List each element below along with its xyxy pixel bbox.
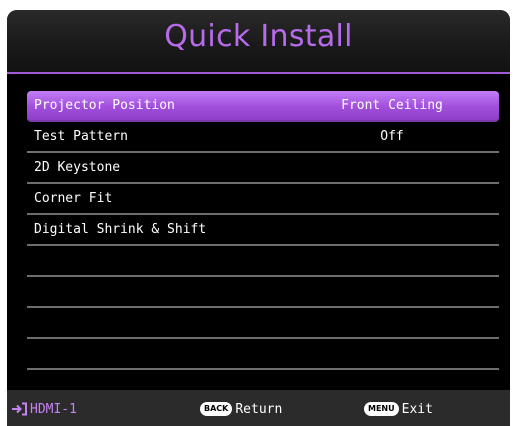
menu-item-value: Off (380, 129, 404, 144)
menu-item-label: 2D Keystone (34, 160, 121, 175)
menu-item-label: Corner Fit (34, 191, 113, 206)
input-source-label: HDMI-1 (30, 401, 77, 417)
back-hint: BACK Return (200, 400, 282, 418)
menu-item-digital-shrink-shift[interactable]: Digital Shrink & Shift (27, 215, 499, 246)
back-hint-label: Return (235, 401, 283, 417)
empty-menu-row (27, 277, 499, 308)
back-button-icon: BACK (200, 402, 233, 416)
input-source-indicator: HDMI-1 (11, 400, 77, 418)
empty-menu-row (27, 339, 499, 370)
empty-menu-row (27, 308, 499, 339)
menu-hint: MENU Exit (364, 400, 433, 418)
menu-item-corner-fit[interactable]: Corner Fit (27, 184, 499, 215)
menu-item-label: Projector Position (34, 98, 175, 113)
menu-hint-label: Exit (401, 401, 433, 417)
menu-item-label: Test Pattern (34, 129, 128, 144)
empty-menu-row (27, 246, 499, 277)
menu-item-test-pattern[interactable]: Test Pattern Off (27, 122, 499, 153)
menu-item-2d-keystone[interactable]: 2D Keystone (27, 153, 499, 184)
menu-item-projector-position[interactable]: Projector Position Front Ceiling (27, 91, 499, 122)
input-source-icon (12, 402, 27, 416)
title-bar: Quick Install (7, 10, 510, 74)
page-title: Quick Install (164, 19, 353, 54)
footer-bar: HDMI-1 BACK Return MENU Exit (7, 390, 510, 426)
menu-list: Projector Position Front Ceiling Test Pa… (7, 74, 510, 401)
menu-button-icon: MENU (364, 402, 399, 416)
quick-install-osd: Quick Install Projector Position Front C… (7, 10, 510, 426)
menu-item-label: Digital Shrink & Shift (34, 222, 207, 237)
menu-item-value: Front Ceiling (341, 98, 443, 113)
